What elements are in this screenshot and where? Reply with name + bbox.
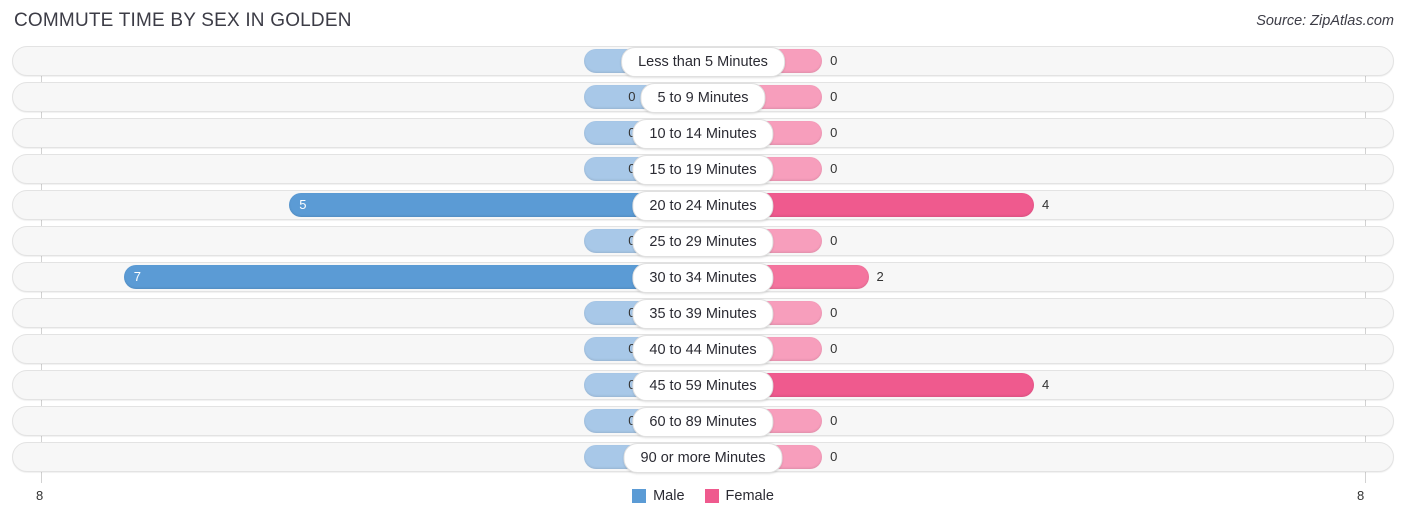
female-value-label: 0 [830, 53, 838, 68]
chart-footer: 8 8 Male Female [0, 484, 1406, 523]
female-half: 0 [703, 445, 1365, 469]
female-half: 4 [703, 193, 1365, 217]
row-category-label: 40 to 44 Minutes [632, 335, 774, 365]
female-half: 4 [703, 373, 1365, 397]
row-category-label: 20 to 24 Minutes [632, 191, 774, 221]
row-category-label: 25 to 29 Minutes [632, 227, 774, 257]
chart-row: 7 2 30 to 34 Minutes [0, 262, 1406, 293]
male-half: 0 [41, 157, 703, 181]
legend-item[interactable]: Male [632, 488, 685, 504]
female-half: 0 [703, 85, 1365, 109]
female-value-label: 0 [830, 89, 838, 104]
row-category-label: 15 to 19 Minutes [632, 155, 774, 185]
female-swatch [704, 489, 719, 503]
female-value-label: 0 [830, 449, 838, 464]
source-attribution: Source: ZipAtlas.com [1256, 13, 1394, 29]
male-half: 0 [41, 229, 703, 253]
female-value-label: 4 [1042, 197, 1050, 212]
female-half: 0 [703, 409, 1365, 433]
female-half: 0 [703, 157, 1365, 181]
male-half: 0 [41, 301, 703, 325]
male-half: 0 [41, 85, 703, 109]
female-value-label: 0 [830, 341, 838, 356]
female-value-label: 0 [830, 413, 838, 428]
chart-row: 5 4 20 to 24 Minutes [0, 190, 1406, 221]
row-category-label: 35 to 39 Minutes [632, 299, 774, 329]
chart-rows: 00Less than 5 Minutes005 to 9 Minutes001… [0, 46, 1406, 478]
chart-plot-area: 00Less than 5 Minutes005 to 9 Minutes001… [0, 46, 1406, 483]
row-category-label: 45 to 59 Minutes [632, 371, 774, 401]
female-half: 0 [703, 337, 1365, 361]
male-half: 0 [41, 337, 703, 361]
male-value-label: 0 [628, 89, 636, 104]
male-bar[interactable] [123, 265, 703, 289]
chart-row: 0010 to 14 Minutes [0, 118, 1406, 149]
chart-row: 0 4 45 to 59 Minutes [0, 370, 1406, 401]
chart-row: 0025 to 29 Minutes [0, 226, 1406, 257]
page-title: COMMUTE TIME BY SEX IN GOLDEN [14, 10, 352, 31]
chart-row: 0015 to 19 Minutes [0, 154, 1406, 185]
female-half: 2 [703, 265, 1365, 289]
female-half: 0 [703, 121, 1365, 145]
row-category-label: 30 to 34 Minutes [632, 263, 774, 293]
female-half: 0 [703, 49, 1365, 73]
female-value-label: 2 [876, 269, 884, 284]
male-half: 0 [41, 409, 703, 433]
legend-label: Male [653, 488, 685, 504]
row-category-label: 5 to 9 Minutes [640, 83, 766, 113]
female-half: 0 [703, 301, 1365, 325]
female-half: 0 [703, 229, 1365, 253]
chart-header: COMMUTE TIME BY SEX IN GOLDEN Source: Zi… [0, 0, 1406, 44]
male-value-label: 5 [299, 197, 307, 212]
row-category-label: 90 or more Minutes [623, 443, 783, 473]
chart-legend: Male Female [0, 488, 1406, 504]
chart-row: 0060 to 89 Minutes [0, 406, 1406, 437]
legend-label: Female [725, 488, 774, 504]
male-half: 5 [41, 193, 703, 217]
chart-row: 0040 to 44 Minutes [0, 334, 1406, 365]
male-half: 0 [41, 373, 703, 397]
female-value-label: 4 [1042, 377, 1050, 392]
row-category-label: 60 to 89 Minutes [632, 407, 774, 437]
male-half: 0 [41, 121, 703, 145]
female-value-label: 0 [830, 125, 838, 140]
female-value-label: 0 [830, 305, 838, 320]
male-half: 7 [41, 265, 703, 289]
female-value-label: 0 [830, 233, 838, 248]
female-value-label: 0 [830, 161, 838, 176]
male-value-label: 7 [133, 269, 141, 284]
chart-row: 0090 or more Minutes [0, 442, 1406, 473]
chart-row: 00Less than 5 Minutes [0, 46, 1406, 77]
row-category-label: 10 to 14 Minutes [632, 119, 774, 149]
row-category-label: Less than 5 Minutes [621, 47, 785, 77]
chart-row: 0035 to 39 Minutes [0, 298, 1406, 329]
legend-item[interactable]: Female [704, 488, 774, 504]
chart-row: 0 0 5 to 9 Minutes [0, 82, 1406, 113]
male-swatch [632, 489, 647, 503]
male-half: 0 [41, 49, 703, 73]
male-half: 0 [41, 445, 703, 469]
